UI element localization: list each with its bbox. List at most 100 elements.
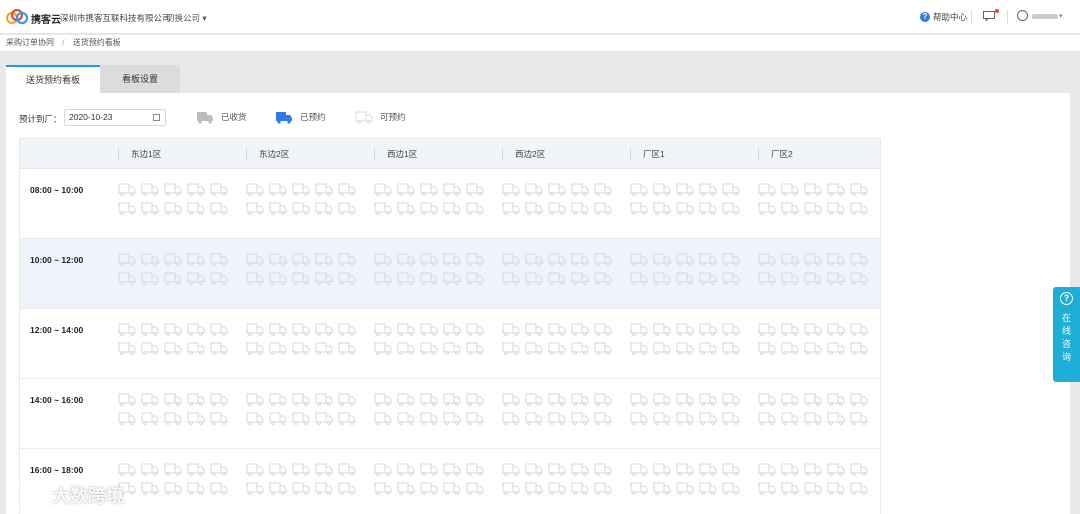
- truck-icon[interactable]: [397, 411, 415, 425]
- truck-icon[interactable]: [397, 481, 415, 495]
- truck-icon[interactable]: [338, 392, 356, 406]
- truck-icon[interactable]: [676, 182, 694, 196]
- truck-icon[interactable]: [676, 341, 694, 355]
- truck-icon[interactable]: [525, 182, 543, 196]
- truck-icon[interactable]: [850, 341, 868, 355]
- truck-icon[interactable]: [315, 182, 333, 196]
- truck-icon[interactable]: [781, 392, 799, 406]
- truck-icon[interactable]: [187, 411, 205, 425]
- truck-icon[interactable]: [292, 411, 310, 425]
- truck-icon[interactable]: [187, 271, 205, 285]
- truck-icon[interactable]: [466, 201, 484, 215]
- truck-icon[interactable]: [292, 182, 310, 196]
- truck-icon[interactable]: [246, 322, 264, 336]
- truck-icon[interactable]: [594, 341, 612, 355]
- truck-icon[interactable]: [187, 252, 205, 266]
- truck-icon[interactable]: [502, 411, 520, 425]
- truck-icon[interactable]: [525, 252, 543, 266]
- truck-icon[interactable]: [118, 271, 136, 285]
- truck-icon[interactable]: [315, 462, 333, 476]
- truck-icon[interactable]: [420, 392, 438, 406]
- truck-icon[interactable]: [630, 252, 648, 266]
- truck-icon[interactable]: [548, 392, 566, 406]
- truck-icon[interactable]: [850, 252, 868, 266]
- truck-icon[interactable]: [827, 322, 845, 336]
- truck-icon[interactable]: [374, 411, 392, 425]
- truck-icon[interactable]: [630, 462, 648, 476]
- truck-icon[interactable]: [443, 411, 461, 425]
- truck-icon[interactable]: [210, 182, 228, 196]
- truck-icon[interactable]: [630, 201, 648, 215]
- truck-icon[interactable]: [187, 182, 205, 196]
- truck-icon[interactable]: [269, 462, 287, 476]
- truck-icon[interactable]: [420, 182, 438, 196]
- truck-icon[interactable]: [374, 252, 392, 266]
- truck-icon[interactable]: [525, 392, 543, 406]
- user-name-redacted[interactable]: [1032, 14, 1058, 19]
- truck-icon[interactable]: [315, 392, 333, 406]
- truck-icon[interactable]: [525, 201, 543, 215]
- truck-icon[interactable]: [466, 322, 484, 336]
- truck-icon[interactable]: [118, 341, 136, 355]
- truck-icon[interactable]: [827, 411, 845, 425]
- truck-icon[interactable]: [676, 481, 694, 495]
- truck-icon[interactable]: [699, 411, 717, 425]
- truck-icon[interactable]: [722, 341, 740, 355]
- truck-icon[interactable]: [210, 322, 228, 336]
- truck-icon[interactable]: [699, 182, 717, 196]
- truck-icon[interactable]: [187, 322, 205, 336]
- truck-icon[interactable]: [315, 322, 333, 336]
- truck-icon[interactable]: [804, 182, 822, 196]
- truck-icon[interactable]: [187, 392, 205, 406]
- truck-icon[interactable]: [804, 271, 822, 285]
- truck-icon[interactable]: [781, 341, 799, 355]
- truck-icon[interactable]: [338, 322, 356, 336]
- truck-icon[interactable]: [630, 182, 648, 196]
- truck-icon[interactable]: [827, 341, 845, 355]
- truck-icon[interactable]: [420, 201, 438, 215]
- truck-icon[interactable]: [502, 481, 520, 495]
- truck-icon[interactable]: [210, 481, 228, 495]
- truck-icon[interactable]: [722, 182, 740, 196]
- breadcrumb-item[interactable]: 采购订单协同: [6, 38, 54, 47]
- truck-icon[interactable]: [118, 182, 136, 196]
- truck-icon[interactable]: [502, 341, 520, 355]
- truck-icon[interactable]: [502, 322, 520, 336]
- truck-icon[interactable]: [338, 462, 356, 476]
- truck-icon[interactable]: [594, 201, 612, 215]
- truck-icon[interactable]: [525, 481, 543, 495]
- truck-icon[interactable]: [269, 322, 287, 336]
- truck-icon[interactable]: [397, 252, 415, 266]
- truck-icon[interactable]: [338, 481, 356, 495]
- truck-icon[interactable]: [118, 201, 136, 215]
- truck-icon[interactable]: [292, 341, 310, 355]
- truck-icon[interactable]: [269, 201, 287, 215]
- truck-icon[interactable]: [850, 182, 868, 196]
- truck-icon[interactable]: [466, 481, 484, 495]
- truck-icon[interactable]: [699, 462, 717, 476]
- truck-icon[interactable]: [850, 322, 868, 336]
- truck-icon[interactable]: [502, 201, 520, 215]
- truck-icon[interactable]: [338, 252, 356, 266]
- truck-icon[interactable]: [374, 462, 392, 476]
- truck-icon[interactable]: [548, 271, 566, 285]
- truck-icon[interactable]: [502, 271, 520, 285]
- truck-icon[interactable]: [827, 392, 845, 406]
- truck-icon[interactable]: [118, 392, 136, 406]
- truck-icon[interactable]: [397, 201, 415, 215]
- truck-icon[interactable]: [571, 322, 589, 336]
- truck-icon[interactable]: [676, 392, 694, 406]
- truck-icon[interactable]: [699, 322, 717, 336]
- truck-icon[interactable]: [548, 182, 566, 196]
- truck-icon[interactable]: [420, 462, 438, 476]
- truck-icon[interactable]: [210, 201, 228, 215]
- truck-icon[interactable]: [141, 201, 159, 215]
- truck-icon[interactable]: [246, 481, 264, 495]
- truck-icon[interactable]: [374, 481, 392, 495]
- truck-icon[interactable]: [804, 341, 822, 355]
- truck-icon[interactable]: [525, 322, 543, 336]
- truck-icon[interactable]: [722, 322, 740, 336]
- truck-icon[interactable]: [722, 201, 740, 215]
- truck-icon[interactable]: [118, 411, 136, 425]
- truck-icon[interactable]: [164, 392, 182, 406]
